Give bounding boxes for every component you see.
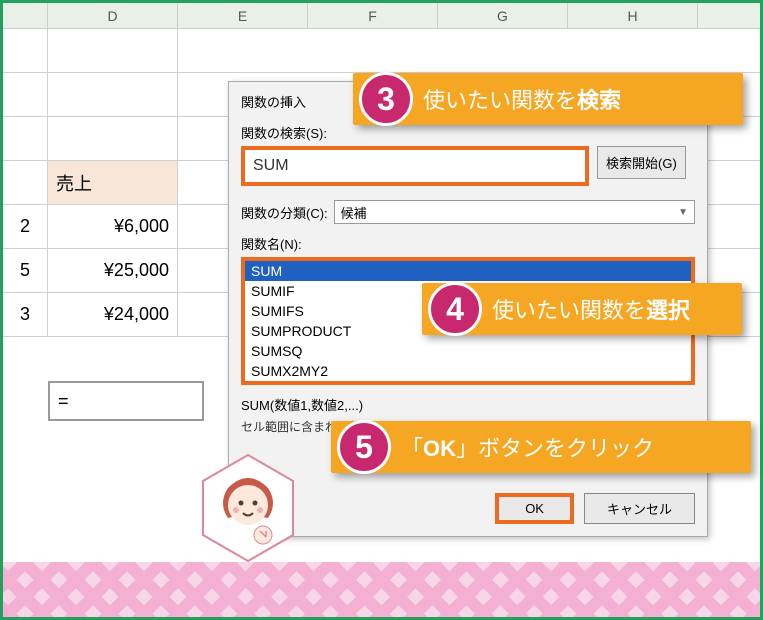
header-sales[interactable]: 売上 bbox=[48, 161, 178, 204]
callout-text: 「OK」ボタンをクリック bbox=[401, 431, 654, 463]
table-cell[interactable]: ¥6,000 bbox=[48, 205, 178, 248]
callout-step-4: 4 使いたい関数を選択 bbox=[422, 283, 742, 335]
character-illustration bbox=[198, 453, 298, 563]
step-number-badge: 4 bbox=[428, 282, 482, 336]
function-syntax: SUM(数値1,数値2,...) bbox=[241, 395, 695, 414]
col-header-e[interactable]: E bbox=[178, 3, 308, 28]
table-cell[interactable]: 5 bbox=[3, 249, 48, 292]
search-start-button[interactable]: 検索開始(G) bbox=[597, 146, 686, 179]
cancel-button[interactable]: キャンセル bbox=[584, 493, 695, 524]
table-cell[interactable]: ¥24,000 bbox=[48, 293, 178, 336]
search-label: 関数の検索(S): bbox=[241, 123, 695, 142]
function-search-input[interactable] bbox=[241, 146, 589, 186]
chevron-down-icon: ▼ bbox=[678, 207, 688, 218]
table-cell[interactable]: ¥25,000 bbox=[48, 249, 178, 292]
col-header-f[interactable]: F bbox=[308, 3, 438, 28]
function-name-label: 関数名(N): bbox=[241, 234, 695, 253]
ok-button[interactable]: OK bbox=[495, 493, 574, 524]
column-headers: D E F G H bbox=[3, 3, 760, 29]
callout-step-3: 3 使いたい関数を検索 bbox=[353, 73, 743, 125]
row-cell[interactable] bbox=[3, 161, 48, 204]
formula-input-cell[interactable]: = bbox=[48, 381, 204, 421]
callout-text: 使いたい関数を選択 bbox=[492, 293, 690, 325]
col-header-h[interactable]: H bbox=[568, 3, 698, 28]
callout-text: 使いたい関数を検索 bbox=[423, 83, 621, 115]
step-number-badge: 3 bbox=[359, 72, 413, 126]
table-cell[interactable]: 3 bbox=[3, 293, 48, 336]
category-label: 関数の分類(C): bbox=[241, 203, 328, 222]
category-select[interactable]: 候補 ▼ bbox=[334, 200, 695, 224]
table-cell[interactable]: 2 bbox=[3, 205, 48, 248]
callout-step-5: 5 「OK」ボタンをクリック bbox=[331, 421, 751, 473]
function-item[interactable]: SUM bbox=[245, 261, 691, 281]
function-item[interactable]: SUMX2MY2 bbox=[245, 361, 691, 381]
step-number-badge: 5 bbox=[337, 420, 391, 474]
col-header-d[interactable]: D bbox=[48, 3, 178, 28]
function-item[interactable]: SUMSQ bbox=[245, 341, 691, 361]
decorative-pattern bbox=[3, 562, 760, 617]
col-header-g[interactable]: G bbox=[438, 3, 568, 28]
col-header[interactable] bbox=[3, 3, 48, 28]
